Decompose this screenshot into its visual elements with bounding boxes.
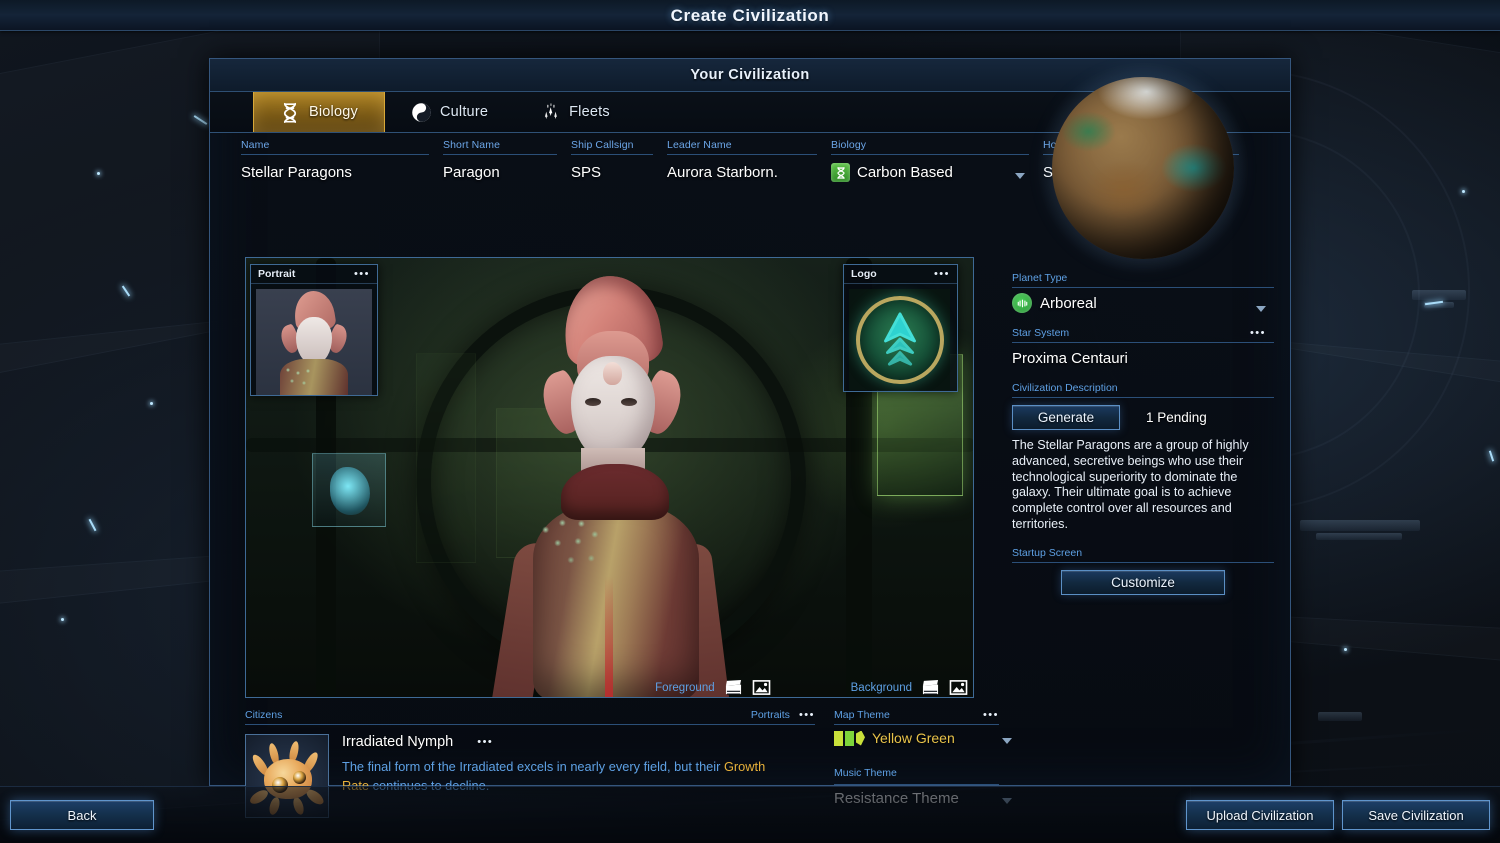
field-label-name: Name (241, 139, 270, 151)
image-picture-icon-background[interactable] (949, 679, 968, 696)
planet-type-value: Arboreal (1040, 294, 1097, 312)
chevron-down-icon-map-theme[interactable] (1002, 738, 1012, 744)
hologram-plate (312, 453, 386, 527)
create-civilization-screen: Create Civilization Your Civilization Bi… (0, 0, 1500, 843)
upload-civilization-button[interactable]: Upload Civilization (1186, 800, 1334, 830)
map-theme-menu-icon[interactable]: ••• (983, 709, 999, 721)
startup-screen-label: Startup Screen (1012, 546, 1083, 559)
panel-title: Your Civilization (690, 67, 810, 83)
citizen-name: Irradiated Nymph (342, 734, 454, 750)
civilization-emblem-icon (855, 295, 944, 384)
civilization-panel: Your Civilization Biology Culture Fleets… (209, 58, 1291, 818)
portrait-thumbnail (256, 289, 372, 395)
ship-callsign-input[interactable]: SPS (571, 160, 653, 185)
homeworld-preview (1012, 61, 1274, 275)
field-label-short-name: Short Name (443, 139, 501, 151)
star-system-menu-icon[interactable]: ••• (1250, 327, 1274, 339)
portrait-art-stage[interactable]: Portrait ••• Logo ••• (245, 257, 974, 698)
alien-leader-artwork (445, 269, 775, 697)
portrait-card-title: Portrait (258, 268, 296, 280)
tab-label-fleets: Fleets (569, 104, 610, 120)
window-title-bar: Create Civilization (0, 0, 1500, 31)
star-system-input[interactable]: Proxima Centauri (1012, 343, 1274, 373)
film-slate-icon-foreground[interactable] (724, 679, 743, 696)
field-startup-screen: Startup Screen Customize (1012, 547, 1274, 595)
portraits-label: Portraits (750, 709, 790, 721)
back-button[interactable]: Back (10, 800, 154, 830)
field-civilization-description: Civilization Description Generate 1 Pend… (1012, 382, 1274, 533)
logo-card[interactable]: Logo ••• (843, 264, 958, 392)
leader-name-input[interactable]: Aurora Starborn. (667, 160, 817, 185)
map-theme-swatch-icon (834, 730, 865, 746)
dna-chip-icon (831, 163, 850, 182)
citizen-menu-icon[interactable]: ••• (477, 736, 493, 748)
star-system-label: Star System (1012, 327, 1070, 339)
field-name: Name Stellar Paragons (241, 139, 443, 185)
foreground-label: Foreground (655, 681, 715, 694)
save-civilization-button[interactable]: Save Civilization (1342, 800, 1490, 830)
tab-culture[interactable]: Culture (385, 92, 514, 132)
tab-label-biology: Biology (309, 104, 358, 120)
yin-yang-icon (411, 102, 431, 123)
map-theme-label: Map Theme (834, 709, 890, 721)
name-input[interactable]: Stellar Paragons (241, 160, 429, 185)
civilization-description-text: The Stellar Paragons are a group of high… (1012, 438, 1249, 531)
portraits-menu-icon[interactable]: ••• (799, 709, 815, 721)
arboreal-icon (1012, 293, 1032, 313)
field-planet-type: Planet Type Arboreal (1012, 272, 1274, 318)
planet-type-label: Planet Type (1012, 272, 1068, 284)
layer-controls: Foreground Background (245, 677, 974, 698)
chevron-down-icon-planet-type[interactable] (1256, 306, 1266, 312)
dna-icon (280, 102, 300, 123)
logo-thumbnail (849, 289, 950, 390)
logo-card-menu-icon[interactable]: ••• (934, 268, 950, 280)
film-slate-icon-background[interactable] (921, 679, 940, 696)
background-label: Background (850, 681, 912, 694)
field-label-leader-name: Leader Name (667, 139, 732, 151)
short-name-input[interactable]: Paragon (443, 160, 557, 185)
citizen-desc-part1: The final form of the Irradiated excels … (342, 759, 724, 774)
planet-type-dropdown[interactable]: Arboreal (1012, 288, 1274, 318)
tab-biology[interactable]: Biology (253, 92, 385, 132)
field-short-name: Short Name Paragon (443, 139, 571, 185)
biology-value: Carbon Based (857, 164, 953, 181)
bottom-action-bar: Back Upload Civilization Save Civilizati… (0, 786, 1500, 843)
biology-dropdown[interactable]: Carbon Based (831, 160, 1029, 185)
generate-button[interactable]: Generate (1012, 405, 1120, 430)
portrait-card[interactable]: Portrait ••• (250, 264, 378, 396)
field-label-ship-callsign: Ship Callsign (571, 139, 634, 151)
pending-status: 1 Pending (1146, 410, 1207, 425)
planet-render (1052, 77, 1234, 259)
music-theme-label: Music Theme (834, 767, 897, 779)
fleet-ships-icon (540, 102, 560, 123)
portrait-card-menu-icon[interactable]: ••• (354, 268, 370, 280)
civilization-description-label: Civilization Description (1012, 382, 1118, 394)
customize-button[interactable]: Customize (1061, 569, 1225, 595)
right-column: Planet Type Arboreal Star System ••• Pro… (1012, 61, 1274, 595)
field-label-biology: Biology (831, 139, 867, 151)
logo-card-title: Logo (851, 268, 877, 280)
tab-label-culture: Culture (439, 104, 489, 120)
field-leader-name: Leader Name Aurora Starborn. (667, 139, 831, 185)
citizens-label: Citizens (245, 709, 283, 721)
field-ship-callsign: Ship Callsign SPS (571, 139, 667, 185)
field-star-system: Star System ••• Proxima Centauri (1012, 327, 1274, 373)
image-picture-icon-foreground[interactable] (752, 679, 771, 696)
page-title: Create Civilization (670, 5, 830, 25)
map-theme-dropdown[interactable]: Yellow Green (834, 725, 999, 751)
tab-fleets[interactable]: Fleets (514, 92, 636, 132)
map-theme-value: Yellow Green (872, 730, 955, 746)
